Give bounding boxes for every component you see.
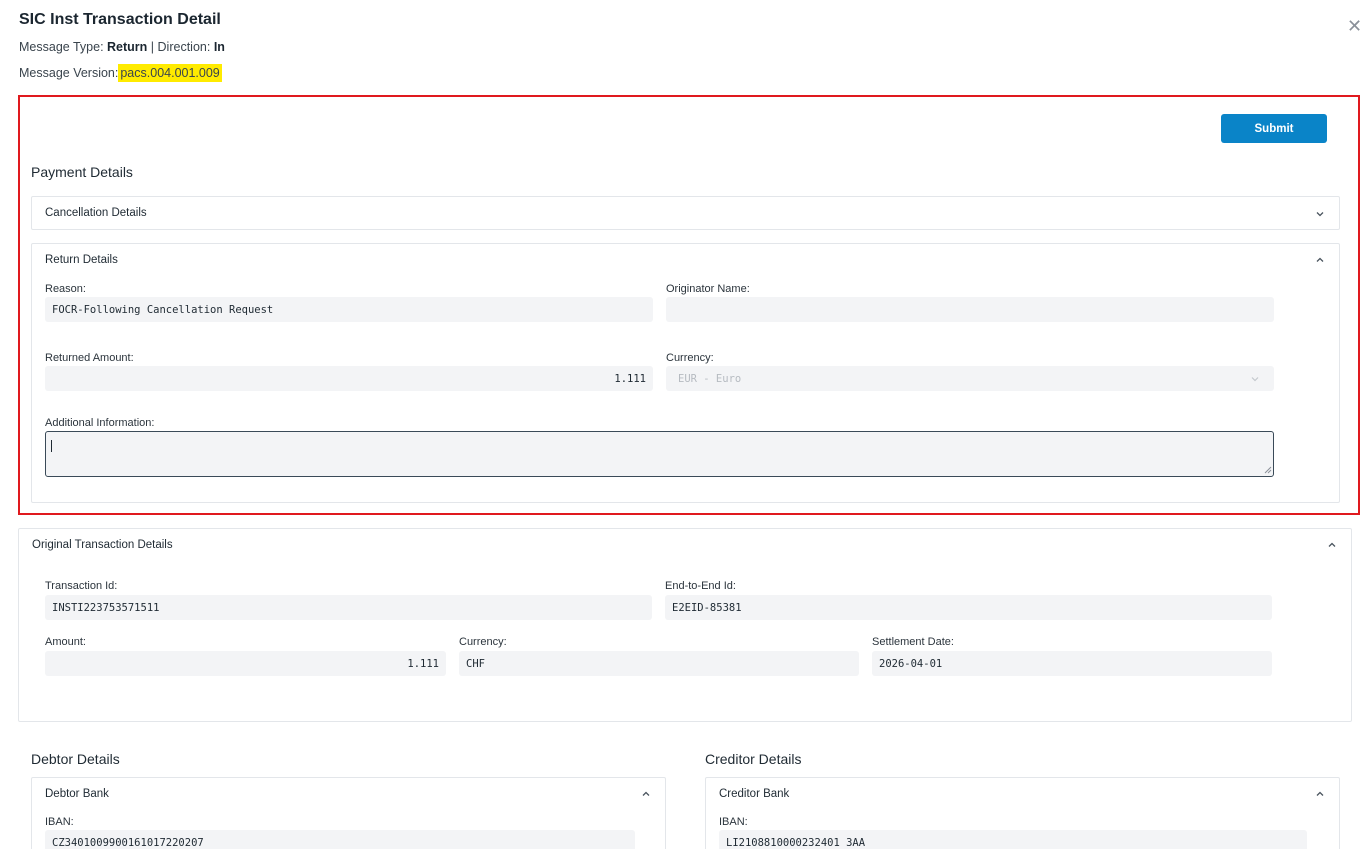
message-type-value: Return: [107, 40, 148, 54]
payment-details-title: Payment Details: [31, 164, 133, 180]
transaction-id-label: Transaction Id:: [45, 580, 118, 592]
chevron-down-icon[interactable]: [1314, 208, 1326, 220]
original-currency-field[interactable]: CHF: [459, 651, 859, 676]
currency-select[interactable]: EUR - Euro: [666, 366, 1274, 391]
direction-label: Direction:: [157, 40, 211, 54]
close-icon[interactable]: ✕: [1347, 16, 1362, 36]
chevron-up-icon[interactable]: [1326, 539, 1338, 551]
amount-field[interactable]: 1.111: [45, 651, 446, 676]
amount-label: Amount:: [45, 636, 86, 648]
transaction-id-field[interactable]: INSTI223753571511: [45, 595, 652, 620]
separator: |: [150, 40, 155, 54]
message-type-label: Message Type:: [19, 40, 104, 54]
original-currency-label: Currency:: [459, 636, 507, 648]
debtor-bank-panel: Debtor Bank IBAN: CZ34010099001610172202…: [31, 777, 666, 849]
return-details-label: Return Details: [45, 254, 118, 266]
returned-amount-field[interactable]: 1.111: [45, 366, 653, 391]
creditor-iban-field[interactable]: LI2108810000232401 3AA: [719, 830, 1307, 849]
cancellation-details-label: Cancellation Details: [45, 207, 147, 219]
message-version-value: pacs.004.001.009: [118, 64, 222, 82]
text-cursor: [51, 440, 52, 452]
original-transaction-label: Original Transaction Details: [32, 539, 173, 551]
direction-value: In: [213, 40, 225, 54]
debtor-iban-field[interactable]: CZ3401009900161017220207: [45, 830, 635, 849]
debtor-details-title: Debtor Details: [31, 751, 120, 767]
creditor-iban-label: IBAN:: [719, 816, 748, 828]
settlement-date-label: Settlement Date:: [872, 636, 954, 648]
creditor-bank-label: Creditor Bank: [719, 788, 790, 800]
additional-information-textarea[interactable]: [45, 431, 1274, 477]
chevron-up-icon[interactable]: [640, 788, 652, 800]
chevron-up-icon[interactable]: [1314, 788, 1326, 800]
reason-label: Reason:: [45, 283, 86, 295]
currency-select-value: EUR - Euro: [678, 372, 742, 385]
original-transaction-panel: Original Transaction Details Transaction…: [18, 528, 1352, 722]
originator-name-label: Originator Name:: [666, 283, 750, 295]
end-to-end-id-label: End-to-End Id:: [665, 580, 736, 592]
currency-label: Currency:: [666, 352, 714, 364]
returned-amount-label: Returned Amount:: [45, 352, 134, 364]
reason-field[interactable]: FOCR-Following Cancellation Request: [45, 297, 653, 322]
additional-information-label: Additional Information:: [45, 417, 155, 429]
return-details-panel: Return Details Reason: FOCR-Following Ca…: [31, 243, 1340, 503]
settlement-date-field[interactable]: 2026-04-01: [872, 651, 1272, 676]
originator-name-field[interactable]: [666, 297, 1274, 322]
cancellation-details-panel[interactable]: Cancellation Details: [31, 196, 1340, 230]
creditor-details-title: Creditor Details: [705, 751, 802, 767]
debtor-bank-label: Debtor Bank: [45, 788, 109, 800]
message-type-line: Message Type: Return | Direction: In: [19, 40, 225, 54]
end-to-end-id-field[interactable]: E2EID-85381: [665, 595, 1272, 620]
debtor-iban-label: IBAN:: [45, 816, 74, 828]
message-version-label: Message Version:: [19, 66, 119, 80]
chevron-down-icon: [1251, 377, 1259, 382]
creditor-bank-panel: Creditor Bank IBAN: LI2108810000232401 3…: [705, 777, 1340, 849]
submit-button[interactable]: Submit: [1221, 114, 1327, 143]
chevron-up-icon[interactable]: [1314, 254, 1326, 266]
page-title: SIC Inst Transaction Detail: [19, 11, 221, 28]
resize-handle-icon[interactable]: [1264, 466, 1272, 474]
message-version-line: Message Version: pacs.004.001.009: [19, 64, 222, 82]
